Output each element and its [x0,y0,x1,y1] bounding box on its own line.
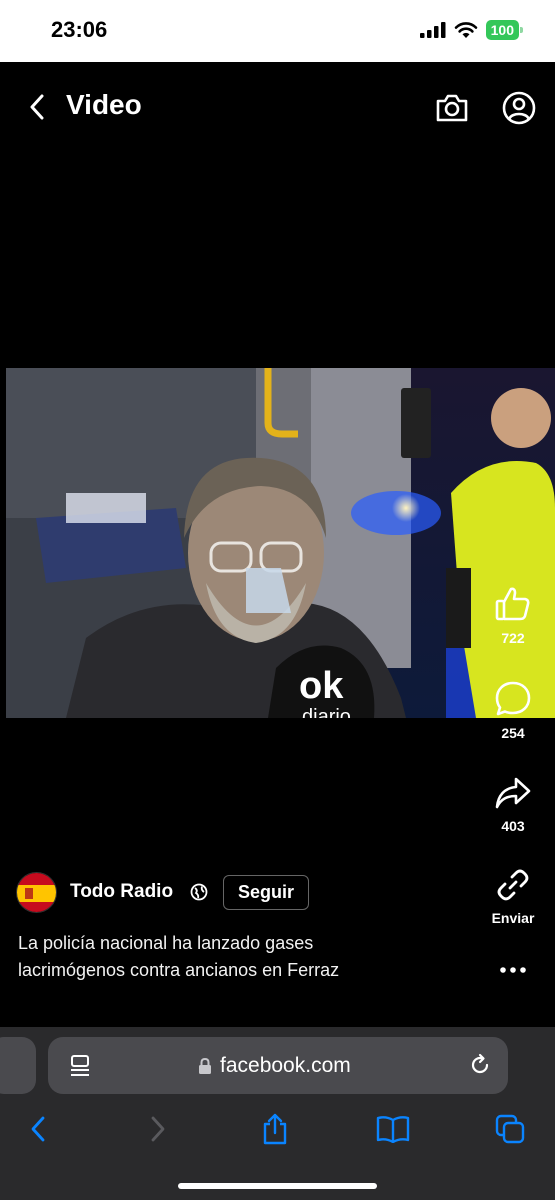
share-arrow-icon [495,777,531,809]
link-icon [497,869,529,901]
send-action[interactable]: Enviar [485,867,541,926]
share-icon [263,1113,287,1145]
like-action[interactable]: 722 [485,585,541,646]
camera-button[interactable] [434,90,470,126]
bookmarks-button[interactable] [373,1111,413,1147]
caption-line-2: lacrimógenos contra ancianos en Ferraz [18,960,340,980]
comment-count: 254 [501,725,525,741]
previous-tab-preview[interactable] [0,1037,36,1094]
back-arrow-icon [31,1116,45,1142]
post-caption[interactable]: La policía nacional ha lanzado gases lac… [18,930,418,984]
caption-line-1: La policía nacional ha lanzado gases [18,933,314,953]
reload-icon[interactable] [468,1053,492,1077]
share-action[interactable]: 403 [485,775,541,834]
author-avatar[interactable] [16,872,57,913]
page-title: Video [66,89,142,120]
wifi-icon [454,21,477,38]
back-button[interactable] [22,92,52,122]
battery-indicator: 100 [485,20,524,40]
camera-icon [436,94,468,122]
status-bar: 23:06 100 [0,0,555,62]
share-count: 403 [501,818,525,834]
page-menu-icon[interactable] [69,1054,91,1078]
lock-icon [199,1057,211,1074]
book-icon [376,1116,410,1143]
author-name[interactable]: Todo Radio [70,881,173,903]
safari-toolbar: facebook.com [0,1027,555,1200]
browser-back-button[interactable] [18,1111,58,1147]
watermark-text: ok [299,665,344,707]
watermark-sub: diario [302,706,351,718]
url-text: facebook.com [220,1054,351,1077]
video-frame-image: ok diario [6,368,555,718]
follow-button[interactable]: Seguir [223,875,309,910]
browser-share-button[interactable] [255,1111,295,1147]
like-count: 722 [501,630,525,646]
send-label: Enviar [491,910,535,926]
tabs-icon [495,1114,525,1144]
chevron-left-icon [30,94,44,120]
forward-arrow-icon [151,1116,165,1142]
comment-icon [495,681,531,716]
spain-flag-avatar [17,873,56,912]
status-time: 23:06 [51,17,108,42]
comment-action[interactable]: 254 [485,680,541,741]
home-indicator [178,1183,377,1189]
more-dots-icon [500,967,526,973]
profile-icon [502,91,536,125]
profile-button[interactable] [501,90,537,126]
globe-icon [190,883,208,901]
address-bar[interactable]: facebook.com [48,1037,508,1094]
browser-forward-button[interactable] [138,1111,178,1147]
tabs-button[interactable] [490,1111,530,1147]
signal-icon [419,22,446,38]
video-player[interactable]: ok diario [6,368,555,718]
more-options-button[interactable] [485,955,541,990]
header: Video [0,62,555,152]
status-icons: 100 [419,20,524,40]
thumbs-up-icon [495,587,530,621]
